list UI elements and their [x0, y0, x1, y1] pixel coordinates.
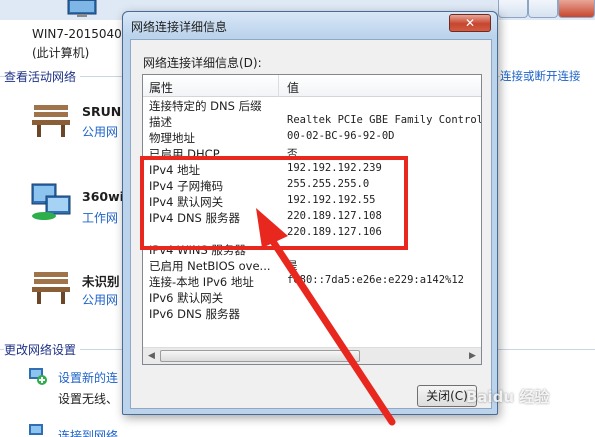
- watermark-text: Baidu 经验: [466, 388, 550, 406]
- property-cell: 物理地址: [149, 131, 195, 145]
- column-separator[interactable]: [278, 75, 279, 97]
- scroll-left-icon[interactable]: ◀: [144, 349, 159, 364]
- minimize-button[interactable]: [498, 0, 528, 18]
- work-network-icon: [31, 183, 71, 220]
- property-cell: 描述: [149, 115, 172, 129]
- scroll-right-icon[interactable]: ▶: [465, 349, 480, 364]
- connect-disconnect-link[interactable]: 连接或断开连接: [500, 68, 581, 84]
- scrollbar-thumb[interactable]: [160, 350, 360, 362]
- setup-new-connection-link[interactable]: 设置新的连: [58, 369, 118, 386]
- network-name: SRUN: [82, 104, 122, 119]
- horizontal-scrollbar[interactable]: ◀ ▶: [143, 347, 481, 364]
- table-row[interactable]: 已启用 NetBIOS ove... 是: [143, 257, 481, 273]
- table-row[interactable]: 连接-本地 IPv6 地址 fe80::7da5:e26e:e229:a142%1…: [143, 273, 481, 289]
- red-highlight-box: [140, 156, 408, 250]
- maximize-button[interactable]: [528, 0, 558, 18]
- connect-to-network-link[interactable]: 连接到网络: [58, 427, 118, 437]
- active-networks-heading: 查看活动网络: [4, 68, 81, 85]
- setup-connection-description: 设置无线、: [58, 392, 119, 406]
- network-type-link[interactable]: 公用网: [82, 123, 118, 140]
- value-cell: Realtek PCIe GBE Family Controlle: [287, 114, 482, 126]
- network-name: 未识别: [82, 274, 120, 289]
- public-network-bench-icon: [32, 105, 70, 137]
- network-setup-icon: [29, 368, 47, 385]
- dialog-title: 网络连接详细信息: [131, 20, 228, 34]
- value-cell: 00-02-BC-96-92-0D: [287, 130, 395, 142]
- table-row[interactable]: 物理地址 00-02-BC-96-92-0D: [143, 129, 481, 145]
- computer-icon: [67, 0, 97, 17]
- close-icon: ✕: [464, 16, 476, 30]
- network-name: 360wi: [82, 189, 124, 204]
- property-cell: 已启用 NetBIOS ove...: [149, 259, 271, 273]
- property-cell: IPv6 默认网关: [149, 291, 224, 305]
- value-cell: fe80::7da5:e26e:e229:a142%12: [287, 274, 465, 286]
- column-header-value[interactable]: 值: [287, 79, 299, 96]
- column-header-property[interactable]: 属性: [149, 79, 173, 96]
- network-type-link[interactable]: 公用网: [82, 291, 118, 308]
- dialog-close-x-button[interactable]: ✕: [449, 14, 491, 32]
- value-cell: 是: [287, 260, 298, 272]
- table-row[interactable]: 连接特定的 DNS 后缀: [143, 97, 481, 113]
- window-close-button[interactable]: [558, 0, 595, 18]
- dialog-titlebar: 网络连接详细信息 ✕: [123, 12, 497, 36]
- table-row[interactable]: 描述 Realtek PCIe GBE Family Controlle: [143, 113, 481, 129]
- change-settings-heading: 更改网络设置: [4, 341, 81, 358]
- computer-subtitle: (此计算机): [32, 46, 90, 60]
- connect-network-icon: [29, 424, 43, 435]
- computer-name: WIN7-2015040: [32, 27, 122, 41]
- listview-header: 属性 值: [143, 75, 481, 97]
- property-cell: IPv6 DNS 服务器: [149, 307, 241, 321]
- details-label: 网络连接详细信息(D):: [143, 56, 262, 70]
- property-cell: 连接-本地 IPv6 地址: [149, 275, 254, 289]
- table-row[interactable]: IPv6 DNS 服务器: [143, 305, 481, 321]
- public-network-bench-icon: [32, 272, 70, 304]
- property-cell: 连接特定的 DNS 后缀: [149, 99, 262, 113]
- network-type-link[interactable]: 工作网: [82, 209, 118, 226]
- table-row[interactable]: IPv6 默认网关: [143, 289, 481, 305]
